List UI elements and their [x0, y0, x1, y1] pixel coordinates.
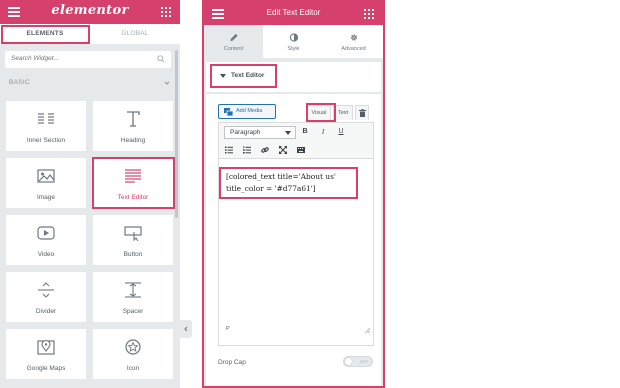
add-media-label: Add Media — [236, 108, 263, 114]
wysiwyg-editor: Paragraph B I U [colored_text title='Abo… — [218, 122, 374, 346]
tab-global[interactable]: GLOBAL — [90, 24, 180, 44]
widget-label: Inner Section — [26, 137, 66, 144]
heading-icon — [127, 111, 140, 127]
editor-body: Add Media Visual Text Paragraph B I U [c… — [206, 94, 381, 386]
elements-tab-highlight — [1, 25, 90, 44]
format-select-value: Paragraph — [230, 129, 261, 136]
spacer-icon — [125, 282, 141, 298]
apps-grid-icon[interactable] — [161, 7, 171, 17]
map-icon — [37, 339, 55, 355]
text-editor-highlight — [92, 157, 175, 209]
edit-panel-header: Edit Text Editor — [204, 2, 383, 25]
columns-icon — [38, 113, 54, 124]
toolbar-toggle-button[interactable] — [295, 144, 307, 156]
keyboard-icon — [297, 147, 305, 153]
search-icon — [157, 55, 165, 63]
trash-icon — [359, 109, 366, 117]
widget-label: Heading — [120, 137, 146, 144]
category-title[interactable]: BASIC — [9, 79, 30, 86]
pencil-icon — [229, 33, 238, 42]
apps-grid-icon[interactable] — [364, 9, 374, 19]
numbered-list-button[interactable] — [241, 144, 253, 156]
editor-tabs: Content Style Advanced — [204, 25, 383, 59]
search-input[interactable] — [11, 55, 151, 62]
italic-button[interactable]: I — [317, 126, 329, 138]
tab-text[interactable]: Text — [333, 105, 353, 120]
tab-advanced[interactable]: Advanced — [324, 25, 383, 59]
widget-heading[interactable]: Heading — [93, 101, 173, 151]
widget-image[interactable]: Image — [6, 158, 86, 208]
panel-title: Edit Text Editor — [266, 8, 321, 17]
star-icon — [125, 339, 141, 355]
collapse-panel-button[interactable] — [180, 320, 192, 338]
edit-panel: Edit Text Editor Content Style Advanced … — [202, 0, 385, 388]
add-media-button[interactable]: Add Media — [218, 104, 276, 119]
scrollbar[interactable] — [175, 50, 178, 218]
delete-button[interactable] — [355, 105, 369, 120]
video-icon — [37, 226, 55, 240]
element-path: P — [226, 326, 230, 332]
fullscreen-button[interactable] — [277, 144, 289, 156]
tab-label: Content — [223, 46, 244, 52]
panel-header: elementor — [0, 0, 180, 24]
format-select[interactable]: Paragraph — [224, 126, 296, 139]
bullet-list-button[interactable] — [223, 144, 235, 156]
link-icon — [261, 147, 269, 153]
widget-search — [5, 51, 171, 68]
chevron-down-icon[interactable] — [164, 80, 170, 86]
tab-label: Style — [287, 46, 300, 52]
section-title-highlight — [210, 64, 277, 88]
widget-label: Icon — [126, 365, 140, 372]
widget-button[interactable]: Button — [93, 215, 173, 265]
content-highlight — [219, 167, 358, 199]
half-circle-icon — [289, 33, 298, 42]
widget-label: Google Maps — [26, 365, 66, 372]
tab-content[interactable]: Content — [204, 25, 263, 59]
widget-label: Spacer — [122, 308, 144, 315]
switch-knob — [345, 358, 352, 365]
gear-icon — [350, 34, 357, 41]
bold-button[interactable]: B — [299, 126, 311, 138]
link-button[interactable] — [259, 144, 271, 156]
drop-cap-label: Drop Cap — [218, 359, 246, 366]
widget-spacer[interactable]: Spacer — [93, 272, 173, 322]
widget-label: Video — [37, 251, 55, 258]
resize-handle-icon[interactable] — [365, 328, 370, 333]
tab-style[interactable]: Style — [264, 25, 323, 59]
visual-tab-highlight — [306, 103, 336, 122]
bullet-list-icon — [225, 146, 233, 154]
numbered-list-icon — [243, 146, 251, 154]
chevron-down-icon — [285, 131, 291, 135]
widgets-panel: elementor ELEMENTS GLOBAL BASIC Inner Se… — [0, 0, 180, 388]
widget-label: Divider — [35, 308, 57, 315]
button-icon — [124, 226, 142, 241]
widget-inner-section[interactable]: Inner Section — [6, 101, 86, 151]
switch-state-label: OFF — [360, 359, 368, 364]
elementor-logo: elementor — [51, 3, 129, 18]
editor-toolbar: Paragraph B I U — [219, 123, 373, 159]
widget-label: Button — [123, 251, 143, 258]
widget-icon[interactable]: Icon — [93, 329, 173, 379]
media-icon — [224, 108, 233, 116]
expand-icon — [279, 146, 287, 154]
underline-button[interactable]: U — [335, 126, 347, 138]
widget-google-maps[interactable]: Google Maps — [6, 329, 86, 379]
divider-icon — [38, 282, 54, 298]
image-icon — [37, 169, 55, 183]
widget-video[interactable]: Video — [6, 215, 86, 265]
chevron-left-icon — [184, 326, 188, 332]
widget-divider[interactable]: Divider — [6, 272, 86, 322]
widget-label: Image — [36, 194, 56, 201]
drop-cap-switch[interactable]: OFF — [343, 356, 373, 367]
tab-label: Advanced — [341, 46, 366, 52]
